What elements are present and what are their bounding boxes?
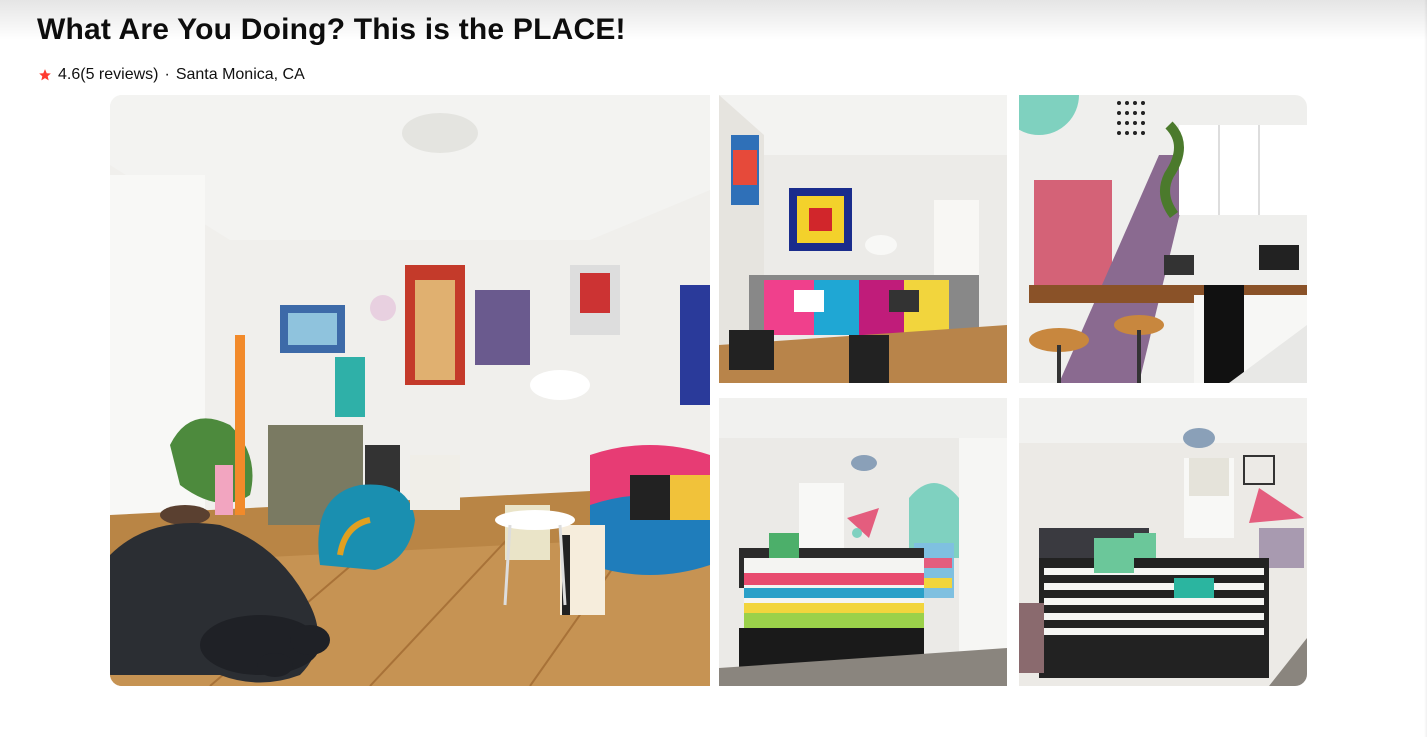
listing-page: What Are You Doing? This is the PLACE! 4… — [0, 0, 1427, 737]
listing-title: What Are You Doing? This is the PLACE! — [37, 13, 626, 46]
photo-gallery — [110, 95, 1307, 686]
living-room-photo[interactable] — [110, 95, 710, 686]
meta-separator: · — [164, 66, 170, 83]
location-text[interactable]: Santa Monica, CA — [176, 66, 305, 84]
sofa-room-photo[interactable] — [719, 95, 1007, 383]
bedroom-striped-photo[interactable] — [1019, 398, 1307, 686]
listing-meta: 4.6 (5 reviews) · Santa Monica, CA — [38, 66, 305, 84]
star-icon — [39, 69, 51, 81]
rating-value: 4.6 — [58, 66, 81, 83]
bedroom-colorful-photo[interactable] — [719, 398, 1007, 686]
kitchen-photo[interactable] — [1019, 95, 1307, 383]
review-count[interactable]: (5 reviews) — [80, 66, 158, 84]
